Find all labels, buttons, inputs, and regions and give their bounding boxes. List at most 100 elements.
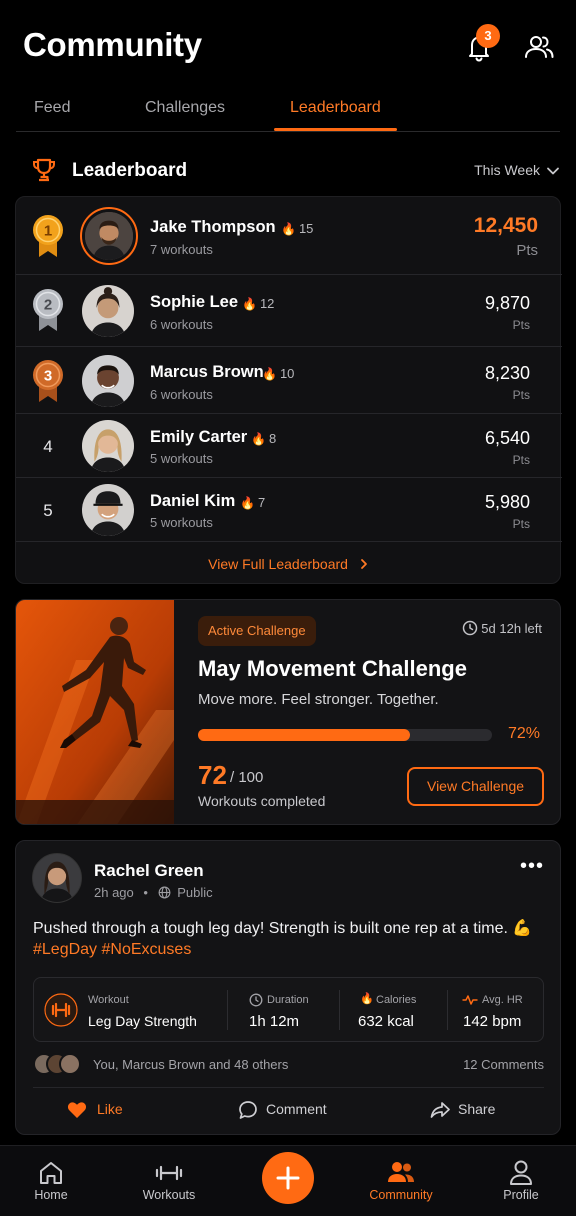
tab-feed[interactable]: Feed bbox=[34, 99, 70, 117]
points-label: Pts bbox=[516, 242, 538, 259]
member-name[interactable]: Emily Carter bbox=[150, 428, 247, 447]
avatar[interactable] bbox=[82, 355, 134, 407]
avatar[interactable] bbox=[82, 285, 134, 337]
post-meta: 2h ago • Public bbox=[94, 885, 213, 900]
progress-bar bbox=[198, 729, 492, 741]
nav-community[interactable]: Community bbox=[346, 1146, 456, 1216]
flame-icon: 🔥 bbox=[242, 297, 257, 311]
points-value: 6,540 bbox=[484, 428, 530, 448]
streak-count: 🔥 8 bbox=[251, 431, 277, 446]
leaderboard-row[interactable]: 2 Sophie Lee 🔥 12 6 workouts 9,870 Pts bbox=[16, 275, 562, 347]
liker-avatars bbox=[33, 1053, 89, 1077]
bronze-medal-icon: 3 bbox=[33, 360, 63, 402]
heart-icon[interactable] bbox=[66, 1099, 88, 1121]
points-label: Pts bbox=[512, 388, 530, 402]
streak-count: 🔥 15 bbox=[281, 221, 314, 236]
progress-fill bbox=[198, 729, 410, 741]
people-icon[interactable] bbox=[522, 31, 556, 65]
bottom-navigation: Home Workouts Community Profile bbox=[0, 1145, 576, 1216]
nav-home[interactable]: Home bbox=[0, 1146, 106, 1216]
workout-value: Leg Day Strength bbox=[88, 1013, 197, 1029]
time-left: 5d 12h left bbox=[481, 621, 542, 636]
post-text: Pushed through a tough leg day! Strength… bbox=[33, 920, 533, 937]
runner-image bbox=[16, 600, 174, 824]
comment-icon[interactable] bbox=[237, 1099, 259, 1121]
likes-summary[interactable]: You, Marcus Brown and 48 others bbox=[93, 1057, 288, 1072]
view-full-leaderboard-link[interactable]: View Full Leaderboard bbox=[16, 556, 562, 572]
comments-count[interactable]: 12 Comments bbox=[463, 1057, 544, 1072]
leaderboard-title: Leaderboard bbox=[72, 160, 188, 181]
workout-label: Workout bbox=[88, 994, 129, 1006]
progress-percent: 72% bbox=[507, 725, 540, 742]
streak-count: 🔥 7 bbox=[240, 495, 266, 510]
period-selector[interactable]: This Week bbox=[474, 162, 540, 178]
workout-stats[interactable]: Workout Leg Day Strength Duration 1h 12m… bbox=[33, 977, 544, 1042]
post-author-avatar[interactable] bbox=[32, 853, 82, 903]
workouts-completed-count: 72 bbox=[198, 760, 227, 790]
chevron-down-icon[interactable] bbox=[546, 164, 560, 178]
challenge-card[interactable]: Active Challenge 5d 12h left May Movemen… bbox=[15, 599, 561, 825]
workout-count: 5 workouts bbox=[150, 515, 213, 530]
workout-count: 6 workouts bbox=[150, 317, 213, 332]
duration-label: Duration bbox=[267, 994, 309, 1006]
avatar[interactable] bbox=[82, 484, 134, 536]
workout-count: 7 workouts bbox=[150, 242, 213, 257]
workout-count: 5 workouts bbox=[150, 451, 213, 466]
points-value: 5,980 bbox=[484, 492, 530, 512]
comment-button[interactable]: Comment bbox=[266, 1101, 327, 1117]
member-name[interactable]: Daniel Kim bbox=[150, 492, 235, 511]
avatar[interactable] bbox=[80, 207, 138, 265]
avg-hr-label: Avg. HR bbox=[482, 994, 523, 1006]
people-icon bbox=[388, 1162, 414, 1182]
avatar[interactable] bbox=[82, 420, 134, 472]
add-button[interactable] bbox=[262, 1152, 314, 1204]
share-icon[interactable] bbox=[429, 1099, 451, 1121]
flame-icon: 🔥 bbox=[262, 367, 277, 381]
leaderboard-row[interactable]: 4 Emily Carter 🔥 8 5 workouts 6,540 Pts bbox=[16, 414, 562, 478]
nav-profile[interactable]: Profile bbox=[466, 1146, 576, 1216]
member-name[interactable]: Marcus Brown bbox=[150, 363, 264, 382]
nav-label: Community bbox=[369, 1188, 433, 1202]
app-header: Community 3 bbox=[0, 0, 576, 90]
leaderboard-row[interactable]: 5 Daniel Kim 🔥 7 5 workouts 5,980 Pts bbox=[16, 478, 562, 542]
nav-label: Profile bbox=[503, 1188, 539, 1202]
workout-count: 6 workouts bbox=[150, 387, 213, 402]
points-label: Pts bbox=[512, 453, 530, 467]
post-hashtags[interactable]: #LegDay #NoExcuses bbox=[33, 941, 191, 959]
rank-number: 4 bbox=[43, 437, 53, 456]
flame-icon: 🔥 bbox=[360, 993, 374, 1005]
dumbbell-icon bbox=[44, 993, 78, 1027]
member-name[interactable]: Jake Thompson bbox=[150, 218, 276, 237]
share-button[interactable]: Share bbox=[458, 1101, 495, 1117]
trophy-icon bbox=[33, 158, 55, 182]
points-label: Pts bbox=[512, 517, 530, 531]
silver-medal-icon: 2 bbox=[33, 289, 63, 331]
view-challenge-button[interactable]: View Challenge bbox=[407, 767, 544, 806]
like-button[interactable]: Like bbox=[97, 1101, 123, 1117]
gold-medal-icon: 1 bbox=[33, 215, 63, 257]
tab-leaderboard[interactable]: Leaderboard bbox=[290, 99, 381, 117]
plus-icon bbox=[276, 1166, 300, 1190]
nav-label: Workouts bbox=[142, 1188, 196, 1202]
nav-label: Home bbox=[34, 1188, 68, 1202]
challenge-title: May Movement Challenge bbox=[198, 656, 467, 681]
rank-label: 3 bbox=[44, 368, 52, 385]
rank-label: 1 bbox=[44, 223, 52, 240]
workouts-total: / 100 bbox=[230, 769, 264, 786]
profile-icon bbox=[510, 1160, 532, 1185]
clock-icon bbox=[249, 993, 263, 1007]
likes-row[interactable]: You, Marcus Brown and 48 others 12 Comme… bbox=[33, 1053, 544, 1077]
nav-workouts[interactable]: Workouts bbox=[114, 1146, 224, 1216]
streak-count: 🔥 10 bbox=[262, 366, 295, 381]
leaderboard-row[interactable]: 3 Marcus Brown 🔥 10 6 workouts 8,230 Pts bbox=[16, 347, 562, 414]
heart-rate-icon bbox=[462, 995, 478, 1005]
active-challenge-badge: Active Challenge bbox=[198, 616, 316, 646]
leaderboard-row[interactable]: 1 Jake Thompson 🔥 15 7 workouts 12,450 Pt… bbox=[16, 197, 562, 275]
member-name[interactable]: Sophie Lee bbox=[150, 293, 238, 312]
more-options-icon[interactable]: ••• bbox=[520, 855, 544, 878]
chevron-right-icon bbox=[360, 559, 367, 569]
post-author-name[interactable]: Rachel Green bbox=[94, 861, 204, 881]
leaderboard-header: Leaderboard This Week bbox=[16, 150, 560, 190]
tab-challenges[interactable]: Challenges bbox=[145, 99, 225, 117]
streak-count: 🔥 12 bbox=[242, 296, 275, 311]
